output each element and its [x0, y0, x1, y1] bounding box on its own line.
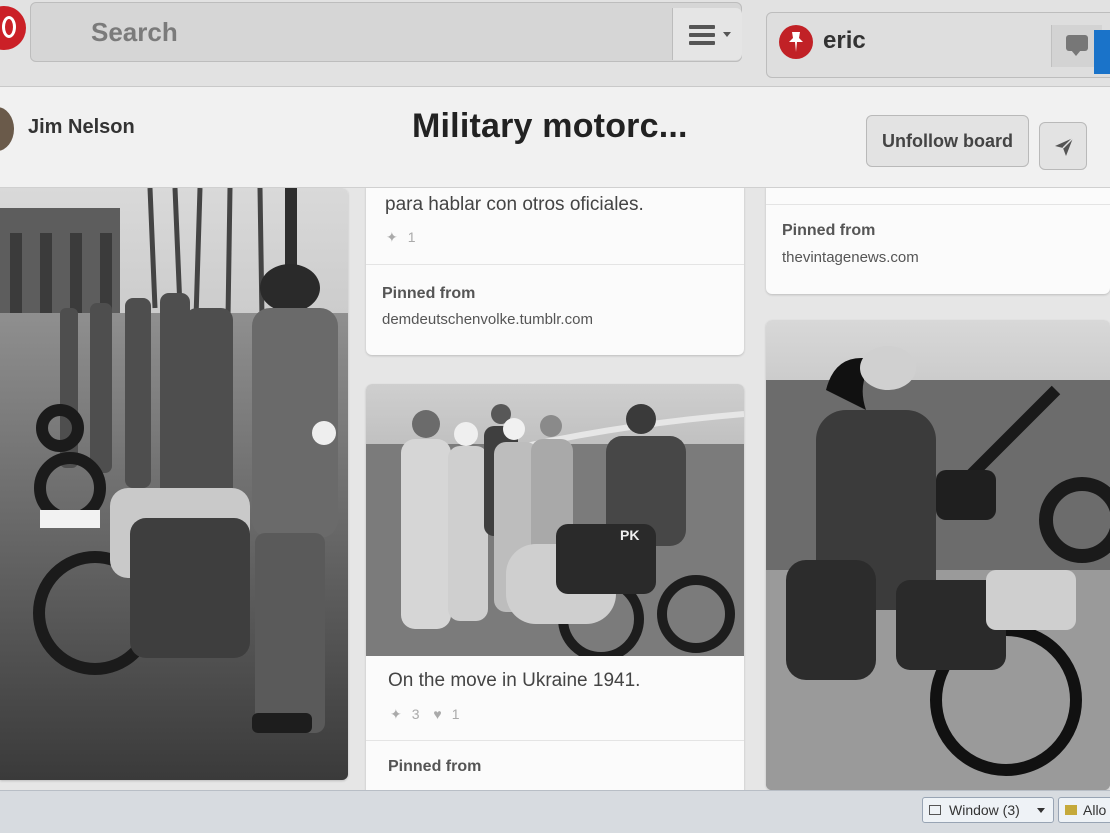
- search-input[interactable]: [89, 11, 693, 53]
- notification-icon: [1066, 35, 1088, 56]
- menu-button[interactable]: [672, 8, 742, 60]
- pin-card-motorcycle-parade[interactable]: [0, 188, 348, 780]
- repin-count: 1: [407, 229, 416, 245]
- pin-avatar-icon: [779, 25, 813, 59]
- hamburger-icon: [689, 25, 715, 49]
- chevron-down-icon: [723, 32, 731, 37]
- pin-card-ukraine[interactable]: PK On the move in Ukraine 1941. ✦ 3 ♥ 1 Pi…: [366, 384, 744, 790]
- board-title: Military motorc...: [412, 107, 688, 145]
- allow-label: Allo: [1083, 802, 1107, 818]
- screen: eric Jim Nelson Military motorc... Unfol…: [0, 0, 1110, 833]
- pin-image-motorcycle-parade[interactable]: [0, 188, 348, 780]
- pin-image-ukraine-1941[interactable]: PK: [366, 384, 744, 656]
- board-header: Jim Nelson Military motorc... Unfollow b…: [0, 87, 1110, 188]
- unfollow-board-button[interactable]: Unfollow board: [866, 115, 1029, 167]
- pin-card-officers[interactable]: para hablar con otros oficiales. ✦ 1 Pinn…: [366, 188, 744, 355]
- pin-card-vintage-news[interactable]: Pinned from thevintagenews.com: [766, 188, 1110, 294]
- pin-description: On the move in Ukraine 1941.: [388, 670, 641, 691]
- pin-source-link[interactable]: thevintagenews.com: [782, 249, 919, 266]
- svg-text:PK: PK: [620, 527, 639, 543]
- divider: [366, 264, 744, 265]
- pinterest-logo-icon[interactable]: [0, 6, 26, 50]
- send-button[interactable]: [1039, 122, 1087, 170]
- divider: [366, 740, 744, 741]
- user-profile-button[interactable]: eric: [766, 12, 1110, 78]
- pin-description: para hablar con otros oficiales.: [385, 194, 644, 215]
- like-count: 1: [451, 706, 460, 722]
- chevron-down-icon: [1037, 808, 1045, 813]
- pinned-from-label: Pinned from: [388, 758, 482, 775]
- pinned-from-label: Pinned from: [782, 222, 876, 239]
- pin-source-link[interactable]: demdeutschenvolke.tumblr.com: [382, 311, 593, 328]
- window-label: Window (3): [949, 802, 1020, 818]
- allow-icon: [1065, 805, 1077, 815]
- top-navigation-bar: eric: [0, 0, 1110, 87]
- pin-image-motorcycle-gunner[interactable]: [766, 320, 1110, 790]
- paper-plane-icon: [1055, 137, 1074, 156]
- repin-icon: ✦: [386, 229, 398, 245]
- pin-feed: para hablar con otros oficiales. ✦ 1 Pinn…: [0, 188, 1110, 790]
- taskbar: Window (3) Allo: [0, 790, 1110, 833]
- scrollbar-thumb[interactable]: [1094, 30, 1110, 74]
- divider: [766, 204, 1110, 205]
- heart-icon: ♥: [433, 706, 442, 722]
- search-box: [30, 2, 742, 62]
- repin-icon: ✦: [390, 706, 402, 722]
- window-icon: [929, 805, 941, 815]
- pin-stats: ✦ 3 ♥ 1: [390, 706, 470, 723]
- owner-avatar[interactable]: [0, 107, 14, 151]
- pin-card-motorcycle-gunner[interactable]: [766, 320, 1110, 790]
- allow-button[interactable]: Allo: [1058, 797, 1110, 823]
- window-dropdown-button[interactable]: Window (3): [922, 797, 1054, 823]
- repin-count: 3: [411, 706, 420, 722]
- user-name: eric: [823, 27, 866, 54]
- board-owner-name[interactable]: Jim Nelson: [28, 116, 135, 139]
- pinned-from-label: Pinned from: [382, 285, 476, 302]
- pin-stats: ✦ 1: [386, 229, 426, 246]
